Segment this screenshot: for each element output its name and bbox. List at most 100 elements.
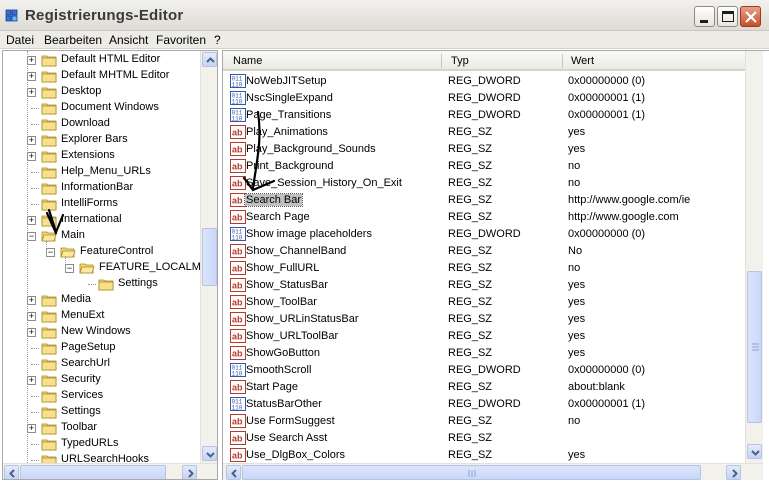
column-divider[interactable] (562, 54, 563, 68)
expand-toggle-icon[interactable]: + (27, 136, 36, 145)
values-horizontal-scrollbar[interactable] (223, 463, 763, 480)
expand-toggle-icon[interactable]: + (27, 216, 36, 225)
value-row[interactable]: 011 110 Show image placeholders REG_DWORD 0x… (223, 226, 746, 243)
svg-text:ab: ab (232, 145, 243, 155)
tree-item[interactable]: − FEATURE_LOCALMA (3, 260, 208, 276)
value-row[interactable]: ab Search Page REG_SZ http://www.google.com (223, 209, 746, 226)
values-scroll-thumb[interactable] (747, 271, 762, 423)
expand-toggle-icon[interactable]: + (27, 72, 36, 81)
tree-item[interactable]: Document Windows (3, 100, 198, 116)
value-row[interactable]: ab Print_Background REG_SZ no (223, 158, 746, 175)
tree-scroll-left-button[interactable] (4, 465, 19, 479)
expand-toggle-icon[interactable]: + (27, 152, 36, 161)
tree-item[interactable]: − FeatureControl (3, 244, 198, 260)
tree-item[interactable]: TypedURLs (3, 436, 198, 452)
tree-item[interactable]: Services (3, 388, 198, 404)
tree-item[interactable]: IntelliForms (3, 196, 198, 212)
expand-toggle-icon[interactable]: + (27, 56, 36, 65)
folder-icon (41, 375, 57, 387)
tree-item[interactable]: + Default MHTML Editor (3, 68, 198, 84)
tree-item[interactable]: + Extensions (3, 148, 198, 164)
column-header-type[interactable]: Typ (451, 55, 469, 67)
string-value-icon: ab (230, 346, 246, 360)
tree-scroll-down-button[interactable] (202, 446, 217, 461)
tree-item[interactable]: + MenuExt (3, 308, 198, 324)
value-row[interactable]: 011 110 NscSingleExpand REG_DWORD 0x00000001… (223, 90, 746, 107)
value-row[interactable]: ab Play_Animations REG_SZ yes (223, 124, 746, 141)
value-row[interactable]: ab ShowGoButton REG_SZ yes (223, 345, 746, 362)
value-data: http://www.google.com (568, 211, 679, 223)
collapse-toggle-icon[interactable]: − (27, 232, 36, 241)
tree-scroll-right-button[interactable] (182, 465, 197, 479)
tree-scroll-up-button[interactable] (202, 52, 217, 67)
tree-item[interactable]: PageSetup (3, 340, 198, 356)
menu-help[interactable]: ? (214, 33, 221, 47)
tree-scroll-thumb[interactable] (202, 228, 217, 286)
values-pane[interactable]: Name Typ Wert 011 110 NoWebJITSetup REG_DWO… (222, 50, 769, 480)
tree-item-label: Main (61, 229, 85, 241)
values-scroll-left-button[interactable] (226, 465, 241, 480)
column-header-name[interactable]: Name (233, 55, 262, 67)
value-row[interactable]: ab Show_FullURL REG_SZ no (223, 260, 746, 277)
collapse-toggle-icon[interactable]: − (46, 248, 55, 257)
expand-toggle-icon[interactable]: + (27, 328, 36, 337)
expand-toggle-icon[interactable]: + (27, 88, 36, 97)
expand-toggle-icon[interactable]: + (27, 376, 36, 385)
value-row[interactable]: ab Save_Session_History_On_Exit REG_SZ no (223, 175, 746, 192)
value-row[interactable]: 011 110 SmoothScroll REG_DWORD 0x00000000 (0… (223, 362, 746, 379)
value-row[interactable]: 011 110 Page_Transitions REG_DWORD 0x0000000… (223, 107, 746, 124)
key-tree-pane[interactable]: + Default HTML Editor + Default MHTML Edito… (2, 50, 218, 480)
menu-ansicht[interactable]: Ansicht (109, 33, 148, 47)
collapse-toggle-icon[interactable]: − (65, 264, 74, 273)
tree-item[interactable]: − Main (3, 228, 198, 244)
menu-favoriten[interactable]: Favoriten (156, 33, 206, 47)
grip-icon (468, 470, 476, 477)
menu-datei[interactable]: Datei (6, 33, 34, 47)
values-hscroll-thumb[interactable] (242, 465, 701, 480)
expand-toggle-icon[interactable]: + (27, 424, 36, 433)
value-row[interactable]: ab Use_DlgBox_Colors REG_SZ yes (223, 447, 746, 464)
close-button[interactable] (740, 6, 761, 27)
values-scroll-down-button[interactable] (747, 444, 762, 459)
tree-item[interactable]: Settings (3, 404, 198, 420)
tree-item[interactable]: SearchUrl (3, 356, 198, 372)
value-row[interactable]: ab Show_URLinStatusBar REG_SZ yes (223, 311, 746, 328)
tree-item-label: PageSetup (61, 341, 116, 353)
value-row[interactable]: ab Play_Background_Sounds REG_SZ yes (223, 141, 746, 158)
tree-item[interactable]: + Default HTML Editor (3, 52, 198, 68)
values-scroll-right-button[interactable] (726, 465, 741, 480)
tree-item[interactable]: Download (3, 116, 198, 132)
value-row[interactable]: ab Search Bar REG_SZ http://www.google.com/… (223, 192, 746, 209)
value-row[interactable]: ab Use Search Asst REG_SZ (223, 430, 746, 447)
column-header-value[interactable]: Wert (571, 55, 594, 67)
minimize-button[interactable] (694, 6, 715, 27)
tree-item[interactable]: + International (3, 212, 198, 228)
tree-hscroll-thumb[interactable] (20, 465, 166, 479)
tree-item[interactable]: + Explorer Bars (3, 132, 198, 148)
value-row[interactable]: 011 110 NoWebJITSetup REG_DWORD 0x00000000 (… (223, 73, 746, 90)
value-row[interactable]: ab Show_ChannelBand REG_SZ No (223, 243, 746, 260)
maximize-button[interactable] (717, 6, 738, 27)
tree-horizontal-scrollbar[interactable] (3, 463, 217, 479)
value-row[interactable]: ab Show_StatusBar REG_SZ yes (223, 277, 746, 294)
tree-item[interactable]: Settings (3, 276, 198, 292)
value-row[interactable]: ab Use FormSuggest REG_SZ no (223, 413, 746, 430)
tree-item[interactable]: Help_Menu_URLs (3, 164, 198, 180)
tree-item[interactable]: + New Windows (3, 324, 198, 340)
expand-toggle-icon[interactable]: + (27, 312, 36, 321)
tree-vertical-scrollbar[interactable] (200, 51, 217, 463)
tree-item[interactable]: InformationBar (3, 180, 198, 196)
tree-item[interactable]: + Desktop (3, 84, 198, 100)
expand-toggle-icon[interactable]: + (27, 296, 36, 305)
value-name: Start Page (246, 381, 298, 393)
tree-item[interactable]: + Security (3, 372, 198, 388)
tree-item[interactable]: + Toolbar (3, 420, 198, 436)
value-row[interactable]: 011 110 StatusBarOther REG_DWORD 0x00000001 … (223, 396, 746, 413)
tree-item[interactable]: + Media (3, 292, 198, 308)
value-row[interactable]: ab Show_URLToolBar REG_SZ yes (223, 328, 746, 345)
values-vertical-scrollbar[interactable] (745, 51, 763, 463)
value-row[interactable]: ab Show_ToolBar REG_SZ yes (223, 294, 746, 311)
menu-bearbeiten[interactable]: Bearbeiten (44, 33, 102, 47)
column-divider[interactable] (441, 54, 442, 68)
value-row[interactable]: ab Start Page REG_SZ about:blank (223, 379, 746, 396)
